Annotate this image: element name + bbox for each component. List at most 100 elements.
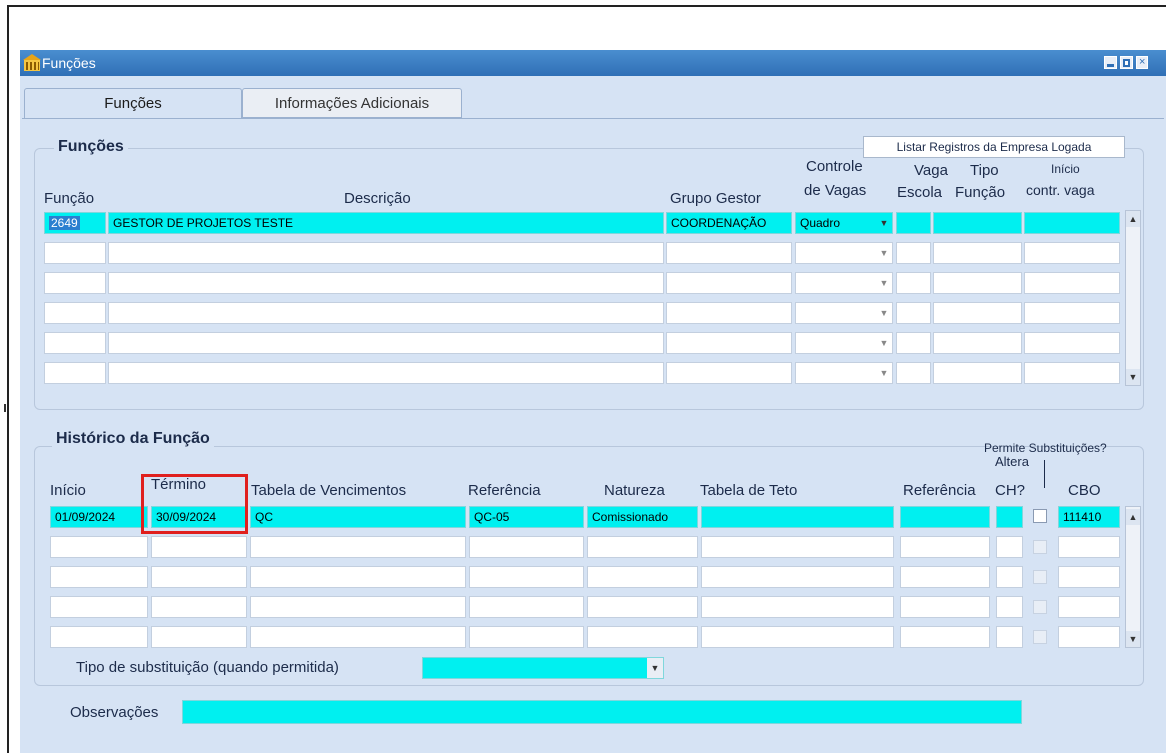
tabela-teto-field[interactable] <box>701 566 894 588</box>
grupo-gestor-field[interactable]: COORDENAÇÃO <box>666 212 792 234</box>
natureza-field[interactable] <box>587 626 698 648</box>
inicio-date-field[interactable]: 01/09/2024 <box>50 506 148 528</box>
tipo-funcao-field[interactable] <box>933 302 1022 324</box>
minimize-icon[interactable] <box>1104 56 1117 69</box>
natureza-field[interactable] <box>587 566 698 588</box>
funcao-code-field[interactable] <box>44 332 106 354</box>
tabela-vencimentos-field[interactable] <box>250 596 466 618</box>
funcao-code-field[interactable] <box>44 302 106 324</box>
inicio-contr-vaga-field[interactable] <box>1024 242 1120 264</box>
controle-vagas-select[interactable]: ▼ <box>795 362 893 384</box>
inicio-contr-vaga-field[interactable] <box>1024 272 1120 294</box>
grupo-gestor-field[interactable] <box>666 272 792 294</box>
vaga-escola-field[interactable] <box>896 302 931 324</box>
vaga-escola-field[interactable] <box>896 332 931 354</box>
tipo-funcao-field[interactable] <box>933 332 1022 354</box>
grupo-gestor-field[interactable] <box>666 332 792 354</box>
inicio-contr-vaga-field[interactable] <box>1024 212 1120 234</box>
permite-substituicoes-checkbox[interactable] <box>1033 630 1047 644</box>
permite-substituicoes-checkbox[interactable] <box>1033 540 1047 554</box>
inicio-date-field[interactable] <box>50 626 148 648</box>
termino-date-field[interactable] <box>151 596 247 618</box>
referencia-field[interactable] <box>469 596 584 618</box>
tabela-teto-field[interactable] <box>701 506 894 528</box>
natureza-field[interactable] <box>587 536 698 558</box>
inicio-date-field[interactable] <box>50 566 148 588</box>
tabela-vencimentos-field[interactable] <box>250 626 466 648</box>
tabela-teto-field[interactable] <box>701 626 894 648</box>
descricao-field[interactable] <box>108 302 664 324</box>
descricao-field[interactable] <box>108 362 664 384</box>
referencia-field[interactable] <box>469 566 584 588</box>
referencia-2-field[interactable] <box>900 626 990 648</box>
tabela-vencimentos-field[interactable]: QC <box>250 506 466 528</box>
cbo-field[interactable] <box>1058 626 1120 648</box>
scroll-up-icon[interactable]: ▲ <box>1126 509 1140 525</box>
referencia-2-field[interactable] <box>900 596 990 618</box>
tipo-funcao-field[interactable] <box>933 242 1022 264</box>
termino-date-field[interactable] <box>151 626 247 648</box>
referencia-2-field[interactable] <box>900 536 990 558</box>
funcao-code-field[interactable] <box>44 362 106 384</box>
termino-date-field[interactable] <box>151 566 247 588</box>
observacoes-field[interactable] <box>182 700 1022 724</box>
permite-substituicoes-checkbox[interactable] <box>1033 509 1047 523</box>
grupo-gestor-field[interactable] <box>666 302 792 324</box>
altera-ch-field[interactable] <box>996 506 1023 528</box>
tipo-funcao-field[interactable] <box>933 362 1022 384</box>
vaga-escola-field[interactable] <box>896 362 931 384</box>
funcao-code-field[interactable] <box>44 272 106 294</box>
scroll-down-icon[interactable]: ▼ <box>1126 369 1140 385</box>
referencia-2-field[interactable] <box>900 566 990 588</box>
altera-ch-field[interactable] <box>996 536 1023 558</box>
chevron-down-icon[interactable]: ▼ <box>876 333 892 353</box>
controle-vagas-select[interactable]: ▼ <box>795 332 893 354</box>
cbo-field[interactable] <box>1058 566 1120 588</box>
tabela-vencimentos-field[interactable] <box>250 566 466 588</box>
chevron-down-icon[interactable]: ▼ <box>876 243 892 263</box>
descricao-field[interactable]: GESTOR DE PROJETOS TESTE <box>108 212 664 234</box>
cbo-field[interactable] <box>1058 596 1120 618</box>
permite-substituicoes-checkbox[interactable] <box>1033 570 1047 584</box>
chevron-down-icon[interactable]: ▼ <box>647 658 663 678</box>
permite-substituicoes-checkbox[interactable] <box>1033 600 1047 614</box>
inicio-contr-vaga-field[interactable] <box>1024 302 1120 324</box>
funcao-code-field[interactable]: 2649 <box>44 212 106 234</box>
referencia-field[interactable] <box>469 536 584 558</box>
tab-informacoes-adicionais[interactable]: Informações Adicionais <box>242 88 462 118</box>
inicio-contr-vaga-field[interactable] <box>1024 362 1120 384</box>
referencia-2-field[interactable] <box>900 506 990 528</box>
altera-ch-field[interactable] <box>996 596 1023 618</box>
tipo-funcao-field[interactable] <box>933 272 1022 294</box>
scroll-down-icon[interactable]: ▼ <box>1126 631 1140 647</box>
termino-date-field[interactable] <box>151 536 247 558</box>
chevron-down-icon[interactable]: ▼ <box>876 303 892 323</box>
descricao-field[interactable] <box>108 332 664 354</box>
inicio-contr-vaga-field[interactable] <box>1024 332 1120 354</box>
tabela-vencimentos-field[interactable] <box>250 536 466 558</box>
historico-scrollbar[interactable]: ▲ ▼ <box>1125 506 1141 648</box>
controle-vagas-select[interactable]: ▼ <box>795 272 893 294</box>
chevron-down-icon[interactable]: ▼ <box>876 273 892 293</box>
inicio-date-field[interactable] <box>50 536 148 558</box>
scroll-up-icon[interactable]: ▲ <box>1126 211 1140 227</box>
vaga-escola-field[interactable] <box>896 212 931 234</box>
inicio-date-field[interactable] <box>50 596 148 618</box>
vaga-escola-field[interactable] <box>896 242 931 264</box>
referencia-field[interactable] <box>469 626 584 648</box>
list-company-records-button[interactable]: Listar Registros da Empresa Logada <box>863 136 1125 158</box>
controle-vagas-select[interactable]: ▼ <box>795 302 893 324</box>
grupo-gestor-field[interactable] <box>666 362 792 384</box>
tab-funcoes[interactable]: Funções <box>24 88 242 118</box>
chevron-down-icon[interactable]: ▼ <box>876 363 892 383</box>
vaga-escola-field[interactable] <box>896 272 931 294</box>
tabela-teto-field[interactable] <box>701 596 894 618</box>
natureza-field[interactable] <box>587 596 698 618</box>
referencia-field[interactable]: QC-05 <box>469 506 584 528</box>
cbo-field[interactable]: 111410 <box>1058 506 1120 528</box>
funcoes-scrollbar[interactable]: ▲ ▼ <box>1125 210 1141 386</box>
tipo-substituicao-select[interactable]: ▼ <box>422 657 664 679</box>
natureza-field[interactable]: Comissionado <box>587 506 698 528</box>
tipo-funcao-field[interactable] <box>933 212 1022 234</box>
grupo-gestor-field[interactable] <box>666 242 792 264</box>
